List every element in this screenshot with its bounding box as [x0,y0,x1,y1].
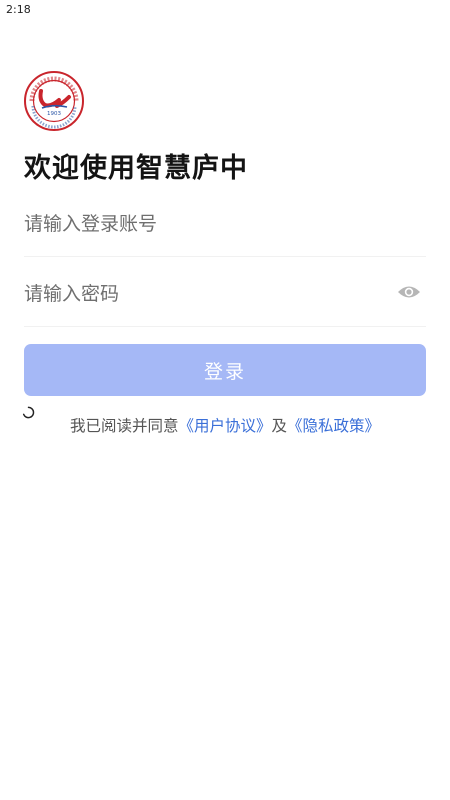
agreement-connector: 及 [271,417,288,435]
agreement-prefix: 我已阅读并同意 [69,417,179,435]
password-input[interactable] [24,276,384,312]
status-bar: 2:18 [0,0,450,22]
account-input[interactable] [24,206,384,242]
status-time: 2:18 [6,3,31,16]
school-logo: 1903 [24,71,84,131]
page-title: 欢迎使用智慧庐中 [24,153,248,184]
eye-icon[interactable] [397,284,421,300]
password-row [24,256,426,327]
logo-year: 1903 [47,111,61,117]
privacy-policy-link[interactable]: 《隐私政策》 [287,417,380,435]
user-agreement-link[interactable]: 《用户协议》 [178,417,271,435]
agreement-text: 我已阅读并同意《用户协议》及《隐私政策》 [0,414,450,436]
account-row [24,186,426,257]
login-button[interactable]: 登录 [24,344,426,396]
login-screen: 2:18 1903 欢迎使用智慧庐中 登录 我已阅读并同意《用户协议》及《隐私政… [0,0,450,800]
